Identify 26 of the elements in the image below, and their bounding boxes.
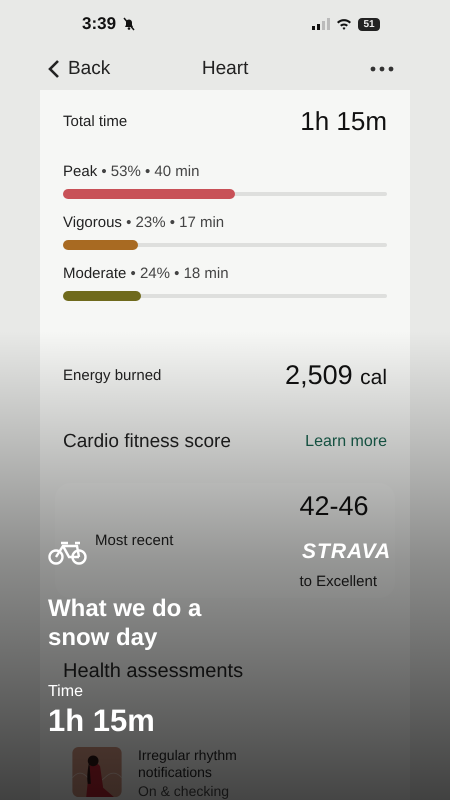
cardio-score: 42-46 — [299, 491, 369, 522]
recent-label: Most recent — [95, 532, 174, 549]
cardio-title: Cardio fitness score — [63, 431, 231, 453]
battery-level: 51 — [358, 18, 380, 31]
total-time-value: 1h 15m — [300, 106, 387, 137]
zone-label: Moderate • 24% • 18 min — [63, 265, 229, 282]
section-title: Health assessments — [63, 660, 244, 683]
total-time-label: Total time — [63, 113, 128, 130]
stat-label: Time — [48, 683, 83, 700]
page-title: Heart — [202, 58, 248, 80]
stat-value: 1h 15m — [48, 703, 155, 738]
signal-icon — [312, 18, 330, 30]
logo-text: STRAVA — [302, 540, 392, 564]
wifi-icon — [336, 18, 352, 30]
zone-label: Vigorous • 23% • 17 min — [63, 214, 224, 231]
energy-label: Energy burned — [63, 367, 162, 384]
learn-more-link[interactable]: Learn more — [305, 433, 387, 451]
more-icon[interactable] — [370, 66, 394, 72]
card-title: Irregular rhythm notifications — [138, 747, 238, 781]
bicycle-icon — [48, 540, 87, 565]
back-button[interactable]: Back — [48, 58, 110, 80]
cardio-rating: to Excellent — [299, 573, 377, 590]
chevron-left-icon — [48, 59, 60, 80]
zone-label: Peak • 53% • 40 min — [63, 163, 200, 180]
status-time: 3:39 — [82, 14, 116, 34]
energy-value: 2,509 cal — [285, 360, 387, 391]
